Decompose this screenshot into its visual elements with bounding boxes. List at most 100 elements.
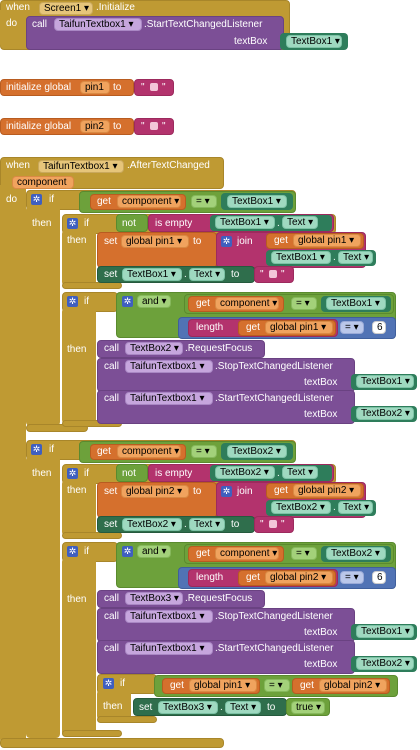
operator-dropdown[interactable]: = ▾ bbox=[291, 297, 317, 310]
operator-dropdown[interactable]: = ▾ bbox=[340, 321, 364, 334]
property-dropdown[interactable]: Text ▾ bbox=[282, 216, 318, 229]
property-dropdown[interactable]: Text ▾ bbox=[225, 701, 261, 714]
textbox1-dropdown[interactable]: TextBox1 ▾ bbox=[215, 216, 275, 229]
operator-dropdown[interactable]: = ▾ bbox=[191, 195, 217, 208]
dropdown-arrow-icon: ▾ bbox=[334, 36, 340, 47]
text-field-input[interactable] bbox=[269, 270, 277, 278]
gear-icon[interactable]: ✲ bbox=[31, 444, 42, 455]
textbox2-dropdown[interactable]: TextBox2 ▾ bbox=[356, 407, 414, 420]
operator-dropdown[interactable]: = ▾ bbox=[291, 547, 317, 560]
dot: . bbox=[184, 269, 187, 280]
taifun-dropdown[interactable]: TaifunTextbox1 ▾ bbox=[125, 392, 213, 405]
method-name: .StartTextChangedListener bbox=[144, 19, 263, 30]
global-name-pin2[interactable]: pin2 bbox=[80, 120, 110, 133]
textbox2-name: TextBox2 bbox=[361, 408, 403, 419]
number-field[interactable]: 6 bbox=[372, 571, 386, 584]
true-dropdown[interactable]: true ▾ bbox=[291, 701, 325, 714]
dot: . bbox=[277, 218, 280, 229]
gear-icon[interactable]: ✲ bbox=[67, 296, 78, 307]
global-var-dropdown[interactable]: global pin2 ▾ bbox=[265, 571, 333, 584]
dropdown-arrow-icon: ▾ bbox=[364, 252, 370, 263]
number-field[interactable]: 6 bbox=[372, 321, 386, 334]
operator-dropdown[interactable]: = ▾ bbox=[340, 571, 364, 584]
textbox1-dropdown[interactable]: TextBox1 ▾ bbox=[122, 268, 182, 281]
property-dropdown[interactable]: Text ▾ bbox=[338, 251, 373, 264]
global-var-dropdown[interactable]: global pin1 ▾ bbox=[121, 235, 189, 248]
arg-label: textBox bbox=[304, 377, 338, 388]
operator-dropdown[interactable]: = ▾ bbox=[264, 679, 290, 692]
text-prop: Text bbox=[194, 519, 213, 530]
gear-icon[interactable]: ✲ bbox=[67, 468, 78, 479]
dropdown-arrow-icon: ▾ bbox=[174, 196, 180, 207]
property-dropdown[interactable]: Text ▾ bbox=[189, 518, 225, 531]
textbox2-dropdown[interactable]: TextBox2 ▾ bbox=[326, 547, 386, 560]
operator-dropdown[interactable]: = ▾ bbox=[191, 445, 217, 458]
text-field-input[interactable] bbox=[269, 520, 277, 528]
text-field-input[interactable] bbox=[150, 122, 158, 130]
gear-icon[interactable]: ✲ bbox=[67, 546, 78, 557]
textbox3-name: TextBox3 bbox=[130, 593, 172, 604]
arg-label: textBox bbox=[304, 409, 338, 420]
if-bottom bbox=[62, 730, 122, 737]
screen1-dropdown[interactable]: Screen1 ▾ bbox=[39, 2, 93, 15]
quote-close: " bbox=[281, 519, 285, 530]
textbox1-name: TextBox1 bbox=[361, 626, 403, 637]
global-var-dropdown[interactable]: global pin2 ▾ bbox=[121, 485, 189, 498]
textbox2-dropdown[interactable]: TextBox2 ▾ bbox=[271, 501, 331, 514]
gear-icon[interactable]: ✲ bbox=[122, 296, 133, 307]
textbox3-dropdown[interactable]: TextBox3 ▾ bbox=[158, 701, 218, 714]
method-name: .RequestFocus bbox=[185, 343, 253, 354]
textbox2-dropdown[interactable]: TextBox2 ▾ bbox=[215, 466, 275, 479]
taifun-name: TaifunTextbox1 bbox=[59, 19, 126, 30]
textbox2-dropdown[interactable]: TextBox2 ▾ bbox=[356, 657, 414, 670]
taifun-dropdown[interactable]: TaifunTextbox1 ▾ bbox=[125, 642, 213, 655]
global-var-dropdown[interactable]: global pin2 ▾ bbox=[319, 679, 387, 692]
taifun-dropdown[interactable]: TaifunTextbox1 ▾ bbox=[125, 610, 213, 623]
then-label: then bbox=[32, 468, 52, 479]
init-global-label: initialize global bbox=[6, 82, 72, 93]
text-field-input[interactable] bbox=[150, 83, 158, 91]
event-param-component[interactable]: component bbox=[12, 176, 74, 189]
and-dropdown[interactable]: and ▾ bbox=[137, 295, 171, 308]
textbox-dropdown[interactable]: TextBox2 ▾ bbox=[125, 342, 183, 355]
var-dropdown[interactable]: component ▾ bbox=[117, 195, 181, 208]
property-dropdown[interactable]: Text ▾ bbox=[338, 501, 373, 514]
textbox1-dropdown[interactable]: TextBox1 ▾ bbox=[356, 625, 414, 638]
global-var-name: global pin2 bbox=[324, 680, 373, 691]
global-var-dropdown[interactable]: global pin1 ▾ bbox=[293, 234, 361, 247]
textbox1-dropdown[interactable]: TextBox1 ▾ bbox=[271, 251, 331, 264]
var-dropdown[interactable]: component ▾ bbox=[117, 445, 181, 458]
gear-icon[interactable]: ✲ bbox=[31, 194, 42, 205]
var-dropdown[interactable]: component ▾ bbox=[215, 297, 279, 310]
dropdown-arrow-icon: ▾ bbox=[199, 611, 205, 622]
textbox1-dropdown[interactable]: TextBox1 ▾ bbox=[326, 297, 386, 310]
taifun-dropdown[interactable]: TaifunTextbox1 ▾ bbox=[125, 360, 213, 373]
taifun-event-dropdown[interactable]: TaifunTextbox1 ▾ bbox=[38, 160, 124, 173]
gear-icon[interactable]: ✲ bbox=[67, 218, 78, 229]
textbox1-dropdown[interactable]: TextBox1 ▾ bbox=[286, 35, 342, 48]
global-var-dropdown[interactable]: global pin1 ▾ bbox=[189, 679, 257, 692]
dropdown-arrow-icon: ▾ bbox=[263, 467, 269, 478]
gear-icon[interactable]: ✲ bbox=[122, 546, 133, 557]
textbox1-dropdown[interactable]: TextBox1 ▾ bbox=[356, 375, 414, 388]
if-label: if bbox=[84, 218, 89, 229]
global-var-name: global pin2 bbox=[270, 572, 319, 583]
property-dropdown[interactable]: Text ▾ bbox=[282, 466, 318, 479]
textbox2-dropdown[interactable]: TextBox2 ▾ bbox=[122, 518, 182, 531]
dropdown-arrow-icon: ▾ bbox=[199, 393, 205, 404]
textbox1-dropdown[interactable]: TextBox1 ▾ bbox=[227, 195, 287, 208]
taifun-dropdown[interactable]: TaifunTextbox1 ▾ bbox=[54, 18, 142, 31]
gear-icon[interactable]: ✲ bbox=[221, 236, 232, 247]
and-dropdown[interactable]: and ▾ bbox=[137, 545, 171, 558]
dropdown-arrow-icon: ▾ bbox=[173, 343, 179, 354]
global-var-dropdown[interactable]: global pin1 ▾ bbox=[265, 321, 333, 334]
textbox2-dropdown[interactable]: TextBox2 ▾ bbox=[227, 445, 287, 458]
global-name-pin1[interactable]: pin1 bbox=[80, 81, 110, 94]
var-dropdown[interactable]: component ▾ bbox=[215, 547, 279, 560]
textbox-dropdown[interactable]: TextBox3 ▾ bbox=[125, 592, 183, 605]
gear-icon[interactable]: ✲ bbox=[221, 486, 232, 497]
gear-icon[interactable]: ✲ bbox=[103, 678, 114, 689]
global-var-dropdown[interactable]: global pin2 ▾ bbox=[293, 484, 361, 497]
if-side bbox=[26, 456, 60, 738]
property-dropdown[interactable]: Text ▾ bbox=[189, 268, 225, 281]
